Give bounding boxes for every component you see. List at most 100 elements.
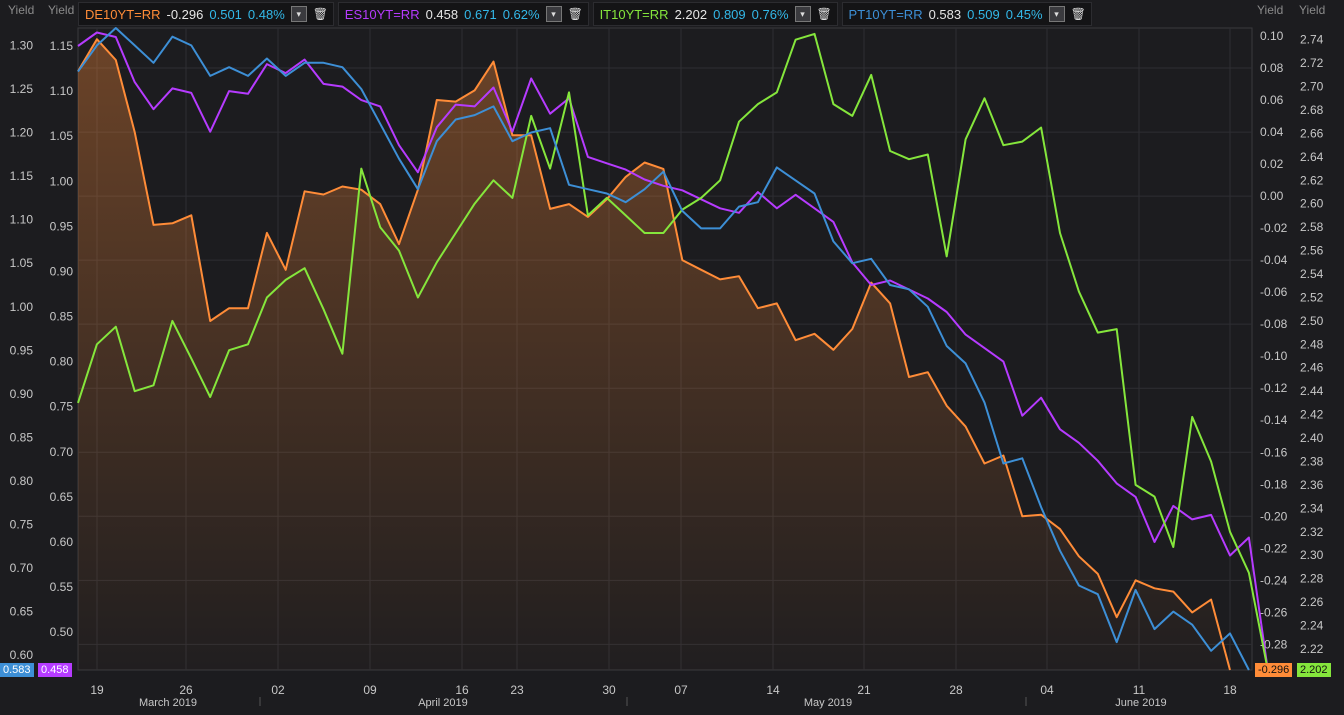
y-tick-label-es: 1.15 bbox=[50, 39, 74, 53]
y-tick-label-es: 0.75 bbox=[50, 400, 74, 414]
y-tick-label-de: -0.04 bbox=[1260, 253, 1288, 267]
x-tick-label: 21 bbox=[857, 683, 871, 697]
yield-chart[interactable]: 19 26 02 09 16 23 30 07 14 21 28 04 11 18 March 2019 Ap… bbox=[0, 0, 1344, 710]
y-tick-label-de: 0.02 bbox=[1260, 157, 1284, 171]
y-tick-label-de: -0.08 bbox=[1260, 317, 1288, 331]
trash-icon[interactable]: 🗑 bbox=[313, 7, 328, 21]
chevron-down-icon[interactable]: ▾ bbox=[290, 6, 307, 22]
trash-icon[interactable]: 🗑 bbox=[1071, 7, 1086, 21]
axis-title-de: Yield bbox=[1257, 3, 1284, 17]
x-tick-label: 09 bbox=[363, 683, 377, 697]
y-tick-label-it: 2.54 bbox=[1300, 267, 1324, 281]
y-tick-label-es: 0.70 bbox=[50, 445, 74, 459]
y-tick-label-it: 2.22 bbox=[1300, 642, 1324, 656]
x-tick-label: 11 bbox=[1133, 683, 1146, 697]
y-tick-label-es: 1.00 bbox=[50, 174, 74, 188]
y-tick-label-it: 2.30 bbox=[1300, 548, 1324, 562]
y-tick-label-it: 2.48 bbox=[1300, 337, 1324, 351]
y-tick-label-pt: 0.65 bbox=[10, 605, 34, 619]
y-tick-label-es: 0.65 bbox=[50, 490, 74, 504]
chart-stage: 19 26 02 09 16 23 30 07 14 21 28 04 11 18 March 2019 Ap… bbox=[0, 0, 1344, 710]
legend-item-pt[interactable]: PT10YT=RR 0.583 0.509 0.45% ▾ 🗑 bbox=[841, 2, 1092, 26]
chevron-down-icon[interactable]: ▾ bbox=[545, 6, 562, 22]
y-tick-label-pt: 1.10 bbox=[10, 213, 34, 227]
x-tick-label: 07 bbox=[674, 683, 688, 697]
y-tick-label-de: -0.18 bbox=[1260, 477, 1288, 491]
legend-chg-es: 0.671 bbox=[464, 6, 497, 22]
y-tick-label-de: -0.14 bbox=[1260, 413, 1288, 427]
y-tick-label-pt: 1.25 bbox=[10, 82, 34, 96]
x-tick-label: 30 bbox=[602, 683, 616, 697]
legend-symbol-de: DE10YT=RR bbox=[85, 6, 161, 22]
legend-last-de: -0.296 bbox=[166, 6, 204, 22]
last-value-tag-es: 0.458 bbox=[38, 663, 72, 677]
x-group-label: June 2019 bbox=[1115, 697, 1166, 709]
y-tick-label-es: 0.80 bbox=[50, 355, 74, 369]
y-tick-label-it: 2.58 bbox=[1300, 220, 1324, 234]
y-tick-label-it: 2.60 bbox=[1300, 197, 1324, 211]
axis-title-it: Yield bbox=[1299, 3, 1326, 17]
x-tick-label: 23 bbox=[510, 683, 524, 697]
y-tick-label-de: 0.10 bbox=[1260, 29, 1284, 43]
chevron-down-icon[interactable]: ▾ bbox=[794, 6, 811, 22]
y-tick-label-it: 2.62 bbox=[1300, 173, 1324, 187]
y-tick-label-it: 2.36 bbox=[1300, 478, 1324, 492]
legend-chg-it: 0.809 bbox=[713, 6, 746, 22]
y-tick-label-es: 1.05 bbox=[50, 129, 74, 143]
legend-chg-pt: 0.509 bbox=[967, 6, 1000, 22]
y-tick-label-it: 2.52 bbox=[1300, 290, 1324, 304]
legend-symbol-pt: PT10YT=RR bbox=[848, 6, 923, 22]
x-tick-label: 04 bbox=[1040, 683, 1054, 697]
legend-item-it[interactable]: IT10YT=RR 2.202 0.809 0.76% ▾ 🗑 bbox=[592, 2, 838, 26]
y-tick-label-it: 2.24 bbox=[1300, 618, 1324, 632]
y-tick-label-it: 2.40 bbox=[1300, 431, 1324, 445]
chevron-down-icon[interactable]: ▾ bbox=[1048, 6, 1065, 22]
y-tick-label-it: 2.26 bbox=[1300, 595, 1324, 609]
y-tick-label-it: 2.42 bbox=[1300, 408, 1324, 422]
y-tick-label-pt: 0.75 bbox=[10, 518, 34, 532]
x-tick-label: 28 bbox=[949, 683, 963, 697]
legend-chg-de: 0.501 bbox=[209, 6, 242, 22]
trash-icon[interactable]: 🗑 bbox=[568, 7, 583, 21]
y-tick-label-it: 2.72 bbox=[1300, 56, 1324, 70]
y-tick-label-es: 0.90 bbox=[50, 264, 74, 278]
y-tick-label-de: -0.16 bbox=[1260, 445, 1288, 459]
x-tick-label: 16 bbox=[455, 683, 469, 697]
y-tick-label-it: 2.56 bbox=[1300, 244, 1324, 258]
legend-item-de[interactable]: DE10YT=RR -0.296 0.501 0.48% ▾ 🗑 bbox=[78, 2, 334, 26]
y-tick-label-de: -0.06 bbox=[1260, 285, 1288, 299]
y-tick-label-de: 0.06 bbox=[1260, 93, 1284, 107]
y-tick-label-es: 0.85 bbox=[50, 310, 74, 324]
y-tick-label-it: 2.38 bbox=[1300, 454, 1324, 468]
y-tick-label-pt: 0.70 bbox=[10, 561, 34, 575]
y-tick-label-es: 1.10 bbox=[50, 84, 74, 98]
y-tick-label-pt: 1.30 bbox=[10, 38, 34, 52]
y-tick-label-es: 0.55 bbox=[50, 580, 74, 594]
legend-symbol-it: IT10YT=RR bbox=[599, 6, 669, 22]
y-tick-label-it: 2.68 bbox=[1300, 103, 1324, 117]
y-tick-label-it: 2.50 bbox=[1300, 314, 1324, 328]
axis-title-es: Yield bbox=[48, 3, 75, 17]
y-tick-label-pt: 0.85 bbox=[10, 430, 34, 444]
legend-last-pt: 0.583 bbox=[928, 6, 962, 22]
y-tick-label-pt: 1.20 bbox=[10, 126, 34, 140]
x-tick-label: 02 bbox=[271, 683, 285, 697]
legend-pct-de: 0.48% bbox=[247, 6, 285, 22]
y-tick-label-pt: 0.95 bbox=[10, 343, 34, 357]
x-tick-label: 18 bbox=[1223, 683, 1237, 697]
y-tick-label-de: -0.02 bbox=[1260, 221, 1288, 235]
y-tick-label-de: -0.22 bbox=[1260, 541, 1288, 555]
trash-icon[interactable]: 🗑 bbox=[817, 7, 832, 21]
y-tick-label-de: -0.10 bbox=[1260, 349, 1288, 363]
y-tick-label-it: 2.66 bbox=[1300, 126, 1324, 140]
legend-item-es[interactable]: ES10YT=RR 0.458 0.671 0.62% ▾ 🗑 bbox=[337, 2, 589, 26]
y-tick-label-de: 0.08 bbox=[1260, 61, 1284, 75]
y-tick-label-es: 0.60 bbox=[50, 535, 74, 549]
x-group-label: April 2019 bbox=[418, 697, 468, 709]
y-tick-label-de: -0.24 bbox=[1260, 573, 1288, 587]
y-tick-label-it: 2.74 bbox=[1300, 33, 1324, 47]
x-tick-label: 14 bbox=[766, 683, 780, 697]
last-value-tag-de: -0.296 bbox=[1255, 663, 1293, 677]
y-tick-label-pt: 0.90 bbox=[10, 387, 34, 401]
y-tick-label-de: -0.26 bbox=[1260, 605, 1288, 619]
